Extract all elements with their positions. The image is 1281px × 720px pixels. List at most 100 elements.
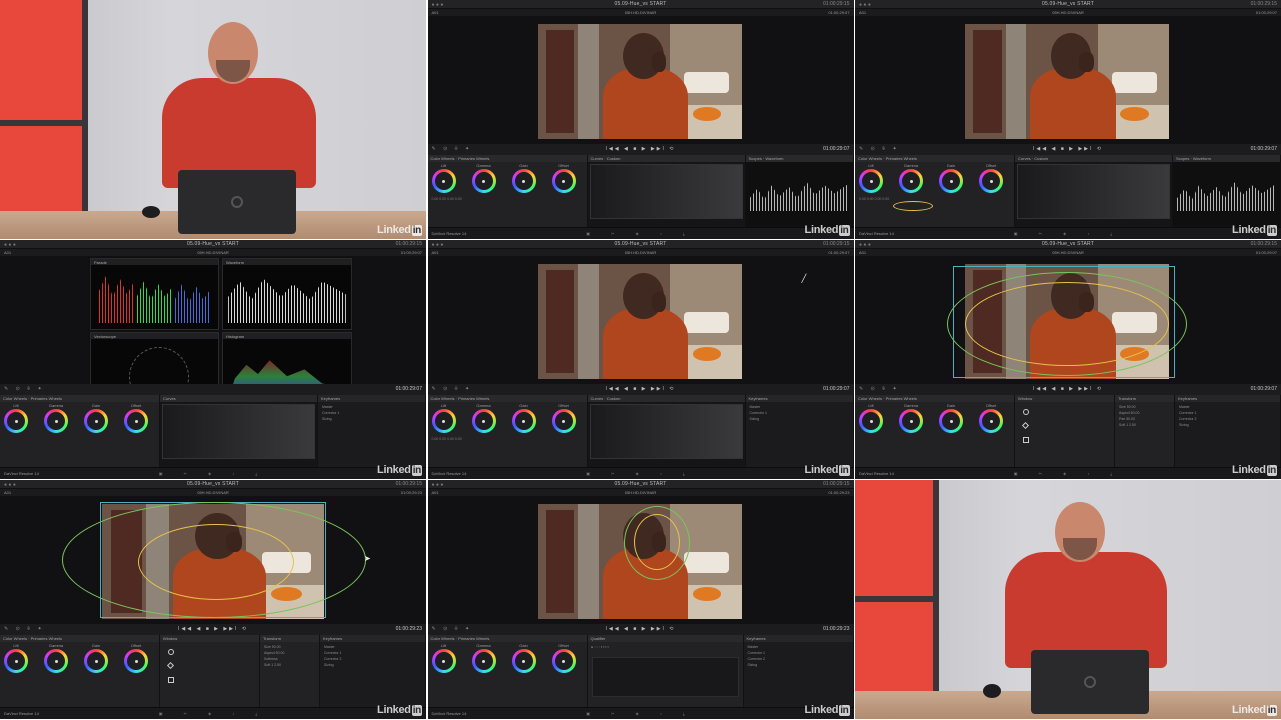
panel-scope-mode[interactable]: Waveform: [765, 156, 783, 161]
curves-panel[interactable]: Curves · Custom: [587, 155, 746, 227]
window-panel[interactable]: Window: [1015, 395, 1115, 467]
red-panel-top: [855, 480, 933, 596]
square-window-icon[interactable]: [168, 677, 174, 683]
transform-panel[interactable]: Transform Size 50.00 Aspect 50.00 Pan 50.0…: [1115, 395, 1175, 467]
resolve-frame-face-window: ● ● ● 05.09-Hue_vs START 01:00:29:15 A01 05…: [427, 480, 854, 719]
laptop-logo-icon: [231, 195, 243, 208]
gain-wheel[interactable]: [939, 169, 963, 193]
gain-wheel[interactable]: [939, 409, 963, 433]
viewer[interactable]: [427, 16, 854, 144]
resolve-top-bar: ● ● ● 05.09-Hue_vs START 01:00:29:15: [427, 0, 854, 9]
offset-wheel[interactable]: [124, 409, 148, 433]
linkedin-watermark: Linked in: [377, 224, 422, 236]
panel-primaries[interactable]: Primaries Wheels: [458, 156, 489, 161]
lift-wheel[interactable]: [431, 649, 456, 673]
gain-wheel[interactable]: [84, 649, 108, 673]
curves-panel[interactable]: Curves · Custom: [1015, 155, 1173, 227]
offset-wheel[interactable]: [979, 409, 1003, 433]
gamma-wheel[interactable]: [471, 409, 496, 433]
gamma-wheel[interactable]: [471, 169, 496, 193]
square-window-icon[interactable]: [1023, 437, 1029, 443]
offset-wheel[interactable]: [551, 169, 576, 193]
keyframes-panel[interactable]: Keyframes Master Corrector 1 Sizing: [745, 395, 854, 467]
mouse: [142, 206, 160, 218]
viewer[interactable]: [427, 496, 854, 624]
linkedin-watermark: Linked in: [1232, 704, 1277, 716]
circle-window-icon[interactable]: [1023, 409, 1029, 415]
keyframes-panel[interactable]: Keyframes Master Corrector 1 Corrector 2 Si…: [1175, 395, 1281, 467]
curves-panel[interactable]: Curves · Custom: [587, 395, 746, 467]
viewer-header-timecode: 01:00:29:07: [828, 10, 850, 15]
offset-wheel[interactable]: [551, 649, 576, 673]
window-panel[interactable]: Window: [160, 635, 260, 707]
gain-wheel[interactable]: [511, 409, 536, 433]
laptop: [1031, 650, 1149, 714]
viewer[interactable]: ╱: [427, 256, 854, 384]
page-tabs[interactable]: ▣ ✂ ◈ ♪ ⤓: [428, 231, 854, 236]
transport-bar: ✎ ⊙ ⌾ ✦ I◀◀ ◀ ■ ▶ ▶▶I ⟲ 01:00:29:07: [427, 144, 854, 155]
lift-wheel[interactable]: [859, 409, 883, 433]
color-wheels-panel: Color Wheels · Primaries Wheels Lift Gam…: [0, 395, 160, 467]
panel-curves-mode[interactable]: Custom: [607, 156, 621, 161]
gamma-wheel[interactable]: [44, 409, 68, 433]
linkedin-watermark: Linked in: [1232, 224, 1277, 236]
pen-window-icon[interactable]: [166, 661, 175, 670]
panel-color-wheels: Color Wheels: [430, 156, 455, 161]
lift-wheel[interactable]: [431, 409, 456, 433]
parade-blue: [174, 284, 211, 323]
gain-wheel[interactable]: [511, 169, 536, 193]
gamma-wheel[interactable]: [44, 649, 68, 673]
keyframes-panel[interactable]: Keyframes Master Corrector 1 Sizing: [318, 395, 426, 467]
top-timecode: 01:00:29:15: [823, 1, 850, 7]
video-frame[interactable]: [965, 24, 1169, 139]
power-window-inner[interactable]: [138, 524, 294, 600]
lift-wheel[interactable]: [4, 409, 28, 433]
keyframes-panel[interactable]: Keyframes Master Corrector 1 Corrector 2 Si…: [743, 635, 854, 707]
transport-controls[interactable]: I◀◀ ◀ ■ ▶ ▶▶I ⟲: [428, 146, 854, 152]
viewer[interactable]: ➤: [0, 496, 426, 624]
pen-window-icon[interactable]: [1021, 421, 1030, 430]
lift-wheel[interactable]: [859, 169, 883, 193]
circle-window-icon[interactable]: [168, 649, 174, 655]
lift-wheel[interactable]: [4, 649, 28, 673]
resolve-frame-gamma-highlight: ● ● ● 05.09-Hue_vs START 01:00:29:15 A01 05…: [855, 0, 1281, 239]
color-wheels-panel: Color Wheels · Primaries Wheels Lift Gam…: [427, 155, 588, 227]
video-frame[interactable]: [537, 24, 742, 139]
offset-wheel[interactable]: [551, 409, 576, 433]
keyframes-panel[interactable]: Keyframes Master Corrector 1 Corrector 2 Si…: [320, 635, 426, 707]
gamma-wheel[interactable]: [899, 409, 923, 433]
color-wheels-panel: Color Wheels · Primaries Wheels Lift Gam…: [855, 395, 1015, 467]
linkedin-watermark: Linked in: [804, 224, 850, 236]
transform-panel[interactable]: Transform Size 50.00 Aspect 50.00 Softness…: [260, 635, 320, 707]
gamma-highlight-ring: [893, 201, 933, 211]
gain-wheel[interactable]: [511, 649, 536, 673]
waveform-scope-panel: Scopes · Waveform: [745, 155, 854, 227]
waveform-scope: Waveform: [222, 258, 352, 330]
viewer[interactable]: [855, 256, 1281, 384]
offset-wheel[interactable]: [124, 649, 148, 673]
wheel-label-gamma: Gamma: [476, 163, 491, 168]
face-window-inner[interactable]: [633, 514, 680, 570]
resolve-frame-waveform: ● ● ● 05.09-Hue_vs START 01:00:29:15 A01 05…: [427, 0, 854, 239]
window-frame: [933, 480, 939, 694]
linkedin-watermark: Linked in: [377, 464, 422, 476]
color-panels: Color Wheels · Primaries Wheels Lift Gam…: [427, 155, 854, 227]
curves-panel[interactable]: Curves: [160, 395, 318, 467]
lift-wheel[interactable]: [431, 169, 456, 193]
offset-wheel[interactable]: [979, 169, 1003, 193]
wheel-label-lift: Lift: [440, 163, 447, 168]
gamma-wheel[interactable]: [899, 169, 923, 193]
qualifier-panel[interactable]: Qualifier ▸ ◦ ◦ ◦ ▪ ▪ ▪ ▪: [587, 635, 744, 707]
gain-wheel[interactable]: [84, 409, 108, 433]
video-frame[interactable]: [537, 264, 742, 379]
window-frame: [82, 0, 88, 214]
waveform-scope-panel: Scopes · Waveform: [1173, 155, 1281, 227]
viewer[interactable]: [855, 16, 1281, 144]
resolve-frame-power-window: ● ● ● 05.09-Hue_vs START 01:00:29:15 A01 05…: [855, 240, 1281, 479]
parade-red: [98, 276, 135, 323]
wheel-values: 0.00 0.00 0.00 0.00: [431, 197, 462, 201]
power-window-inner[interactable]: [965, 282, 1169, 366]
watermark-brand-in: in: [411, 225, 422, 236]
thumbnail-grid: Linked in ● ● ● 05.09-Hue_vs START 01:00:29…: [0, 0, 1281, 720]
gamma-wheel[interactable]: [471, 649, 496, 673]
